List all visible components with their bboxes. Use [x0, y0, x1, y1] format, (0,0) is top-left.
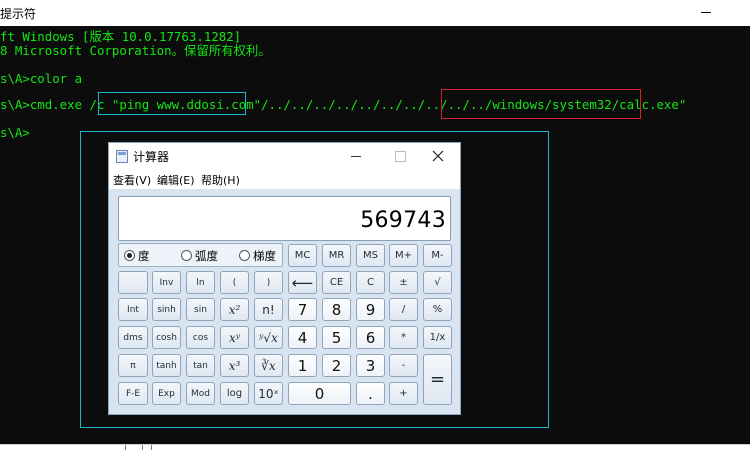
- taskbar-separator: [142, 445, 143, 450]
- key-y-root[interactable]: ʸ√x: [254, 326, 283, 349]
- key-sin[interactable]: sin: [186, 298, 215, 321]
- taskbar: [0, 444, 750, 450]
- console-line: 8 Microsoft Corporation。保留所有权利。: [0, 43, 271, 58]
- key-pi[interactable]: π: [118, 354, 148, 377]
- key-subtract[interactable]: -: [389, 354, 418, 377]
- key-multiply[interactable]: *: [389, 326, 418, 349]
- key-exp[interactable]: Exp: [152, 382, 181, 405]
- radio-unselected-icon: [181, 250, 192, 261]
- key-8[interactable]: 8: [322, 298, 351, 321]
- key-cube-root[interactable]: ∛x: [254, 354, 283, 377]
- calculator-menubar: 查看(V) 编辑(E) 帮助(H): [109, 169, 460, 189]
- calculator-window: 计算器 查看(V) 编辑(E) 帮助(H) 569743 度 弧度 梯度 MC …: [108, 142, 461, 415]
- key-int[interactable]: Int: [118, 298, 148, 321]
- key-fe[interactable]: F-E: [118, 382, 148, 405]
- radio-radians[interactable]: 弧度: [181, 249, 231, 263]
- key-cube[interactable]: x³: [220, 354, 249, 377]
- minimize-button[interactable]: [334, 143, 378, 169]
- key-ce[interactable]: CE: [322, 271, 351, 294]
- key-9[interactable]: 9: [356, 298, 385, 321]
- key-mr[interactable]: MR: [322, 244, 351, 267]
- radio-unselected-icon: [239, 250, 250, 261]
- calculator-display: 569743: [118, 196, 451, 241]
- radio-selected-icon: [124, 250, 135, 261]
- key-0[interactable]: 0: [288, 382, 351, 405]
- key-5[interactable]: 5: [322, 326, 351, 349]
- key-tanh[interactable]: tanh: [152, 354, 181, 377]
- key-2[interactable]: 2: [322, 354, 351, 377]
- menu-edit[interactable]: 编辑(E): [157, 172, 195, 188]
- radio-label: 弧度: [195, 249, 218, 263]
- key-sinh[interactable]: sinh: [152, 298, 181, 321]
- key-square[interactable]: x²: [220, 298, 249, 321]
- calculator-title: 计算器: [133, 150, 170, 164]
- console-line: ft Windows [版本 10.0.17763.1282]: [0, 29, 242, 44]
- calculator-app-icon: [116, 150, 128, 163]
- key-blank[interactable]: [118, 271, 148, 294]
- console-line: s\A>color a: [0, 71, 83, 86]
- key-mod[interactable]: Mod: [186, 382, 215, 405]
- close-button[interactable]: [416, 143, 460, 169]
- key-m-minus[interactable]: M-: [423, 244, 452, 267]
- key-equals[interactable]: =: [423, 354, 452, 405]
- key-inv[interactable]: Inv: [152, 271, 181, 294]
- key-1[interactable]: 1: [288, 354, 317, 377]
- menu-help[interactable]: 帮助(H): [201, 172, 240, 188]
- key-m-plus[interactable]: M+: [389, 244, 418, 267]
- key-tan[interactable]: tan: [186, 354, 215, 377]
- key-close-paren[interactable]: ): [254, 271, 283, 294]
- calculator-titlebar[interactable]: 计算器: [109, 143, 460, 169]
- key-log[interactable]: log: [220, 382, 249, 405]
- key-mc[interactable]: MC: [288, 244, 317, 267]
- close-icon: [432, 150, 444, 162]
- console-minimize-button[interactable]: [696, 4, 716, 20]
- key-ten-power[interactable]: 10ˣ: [254, 382, 283, 405]
- key-3[interactable]: 3: [356, 354, 385, 377]
- console-line: s\A>: [0, 125, 30, 140]
- key-c[interactable]: C: [356, 271, 385, 294]
- key-open-paren[interactable]: (: [220, 271, 249, 294]
- radio-degrees[interactable]: 度: [124, 249, 164, 263]
- radio-label: 度: [138, 249, 150, 263]
- radio-gradians[interactable]: 梯度: [239, 249, 285, 263]
- display-value: 569743: [360, 208, 446, 233]
- key-plus-minus[interactable]: ±: [389, 271, 418, 294]
- key-add[interactable]: +: [389, 382, 418, 405]
- radio-label: 梯度: [253, 249, 276, 263]
- key-reciprocal[interactable]: 1/x: [423, 326, 452, 349]
- key-backspace[interactable]: ⟵: [288, 271, 317, 294]
- key-cosh[interactable]: cosh: [152, 326, 181, 349]
- menu-view[interactable]: 查看(V): [113, 172, 151, 188]
- key-7[interactable]: 7: [288, 298, 317, 321]
- key-6[interactable]: 6: [356, 326, 385, 349]
- key-sqrt[interactable]: √: [423, 271, 452, 294]
- console-titlebar: 提示符: [0, 0, 750, 26]
- key-ln[interactable]: ln: [186, 271, 215, 294]
- key-4[interactable]: 4: [288, 326, 317, 349]
- angle-mode-group: 度 弧度 梯度: [118, 243, 283, 267]
- key-power[interactable]: xʸ: [220, 326, 249, 349]
- key-percent[interactable]: %: [423, 298, 452, 321]
- key-cos[interactable]: cos: [186, 326, 215, 349]
- calc-path-highlight-box: [441, 89, 641, 119]
- key-dms[interactable]: dms: [118, 326, 148, 349]
- taskbar-separator: [151, 445, 152, 450]
- key-decimal[interactable]: .: [356, 382, 385, 405]
- console-title: 提示符: [0, 7, 37, 21]
- key-divide[interactable]: /: [389, 298, 418, 321]
- key-factorial[interactable]: n!: [254, 298, 283, 321]
- key-ms[interactable]: MS: [356, 244, 385, 267]
- taskbar-separator: [125, 445, 126, 450]
- ping-highlight-box: [98, 92, 246, 115]
